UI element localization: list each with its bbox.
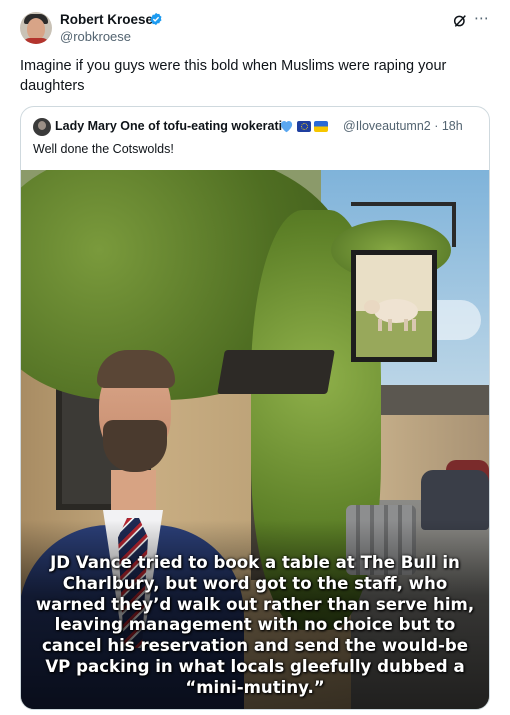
post: Robert Kroese @robkroese ⋯ Imagine if yo…	[0, 0, 510, 715]
quoted-author-name[interactable]: Lady Mary One of tofu-eating wokerati	[55, 119, 282, 133]
quoted-text: Well done the Cotswolds!	[33, 142, 174, 156]
quoted-post[interactable]: Lady Mary One of tofu-eating wokerati @I…	[20, 106, 490, 710]
more-icon[interactable]: ⋯	[474, 11, 490, 26]
bull-icon	[364, 299, 418, 331]
author-avatar[interactable]	[20, 12, 52, 44]
media-caption: JD Vance tried to book a table at The Bu…	[35, 553, 475, 697]
quoted-media-image[interactable]: JD Vance tried to book a table at The Bu…	[21, 170, 489, 709]
ukraine-flag-icon	[314, 120, 328, 132]
quoted-badges	[279, 119, 328, 133]
quoted-handle-time[interactable]: @Iloveautumn2 · 18h	[343, 119, 463, 133]
blue-heart-icon	[280, 121, 293, 133]
verified-badge-icon	[150, 12, 162, 26]
author-handle[interactable]: @robkroese	[60, 29, 131, 44]
pub-sign	[351, 250, 437, 362]
post-text: Imagine if you guys were this bold when …	[20, 58, 447, 94]
grok-icon[interactable]	[452, 13, 468, 29]
eu-flag-icon	[297, 120, 311, 132]
quoted-avatar[interactable]	[33, 118, 51, 136]
author-name[interactable]: Robert Kroese	[60, 12, 153, 27]
